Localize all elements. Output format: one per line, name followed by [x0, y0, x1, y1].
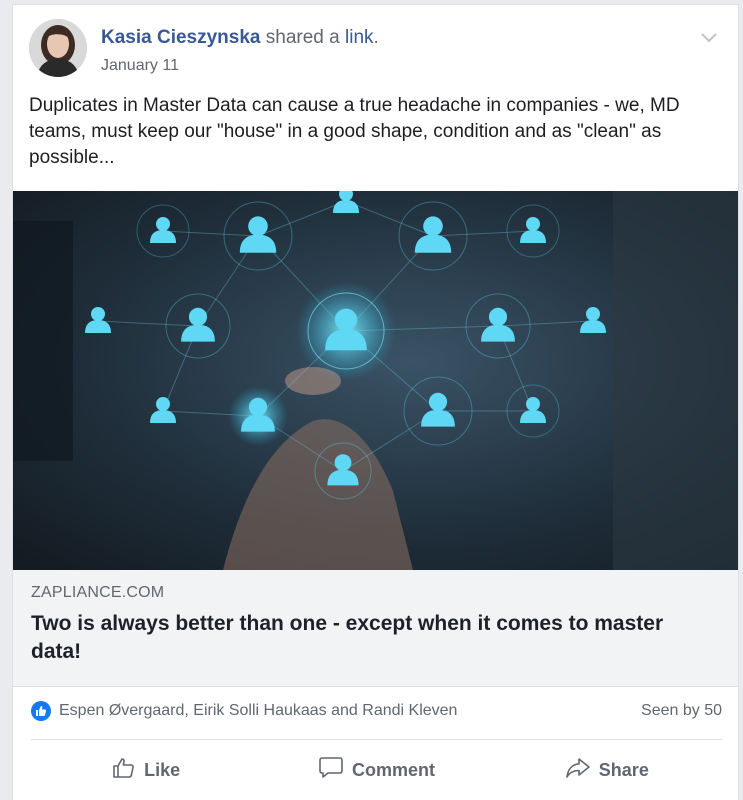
like-label: Like: [144, 759, 181, 780]
shared-text: shared a: [260, 27, 345, 48]
comment-button[interactable]: Comment: [261, 745, 491, 795]
post-date[interactable]: January 11: [101, 57, 179, 75]
author-name-link[interactable]: Kasia Cieszynska: [101, 27, 261, 48]
link-domain: ZAPLIANCE.COM: [31, 584, 165, 601]
action-bar: Like Comment Share: [31, 745, 722, 795]
post-card: Kasia Cieszynska shared a link. January …: [12, 4, 739, 800]
author-line: Kasia Cieszynska shared a link.: [101, 27, 379, 49]
comment-icon: [318, 756, 352, 785]
divider: [31, 739, 722, 740]
thumbs-up-icon: [112, 756, 144, 785]
period: .: [373, 27, 379, 48]
share-label: Share: [598, 759, 649, 780]
reactor-names[interactable]: Espen Øvergaard, Eirik Solli Haukaas and…: [59, 702, 457, 720]
link-preview-box[interactable]: ZAPLIANCE.COM Two is always better than …: [13, 570, 738, 687]
reactions-bar: Espen Øvergaard, Eirik Solli Haukaas and…: [31, 699, 722, 725]
shared-link[interactable]: link: [345, 27, 374, 48]
share-button[interactable]: Share: [492, 745, 722, 795]
share-icon: [565, 756, 599, 785]
link-title[interactable]: Two is always better than one - except w…: [31, 610, 711, 666]
chevron-down-icon[interactable]: [696, 25, 722, 51]
seen-count[interactable]: Seen by 50: [641, 702, 722, 720]
post-header: Kasia Cieszynska shared a link. January …: [29, 19, 722, 83]
avatar[interactable]: [29, 19, 87, 77]
comment-label: Comment: [351, 759, 435, 780]
link-preview-image[interactable]: [13, 191, 738, 570]
like-button[interactable]: Like: [31, 745, 261, 795]
post-text: Duplicates in Master Data can cause a tr…: [29, 95, 680, 168]
like-reaction-icon[interactable]: [31, 701, 51, 721]
